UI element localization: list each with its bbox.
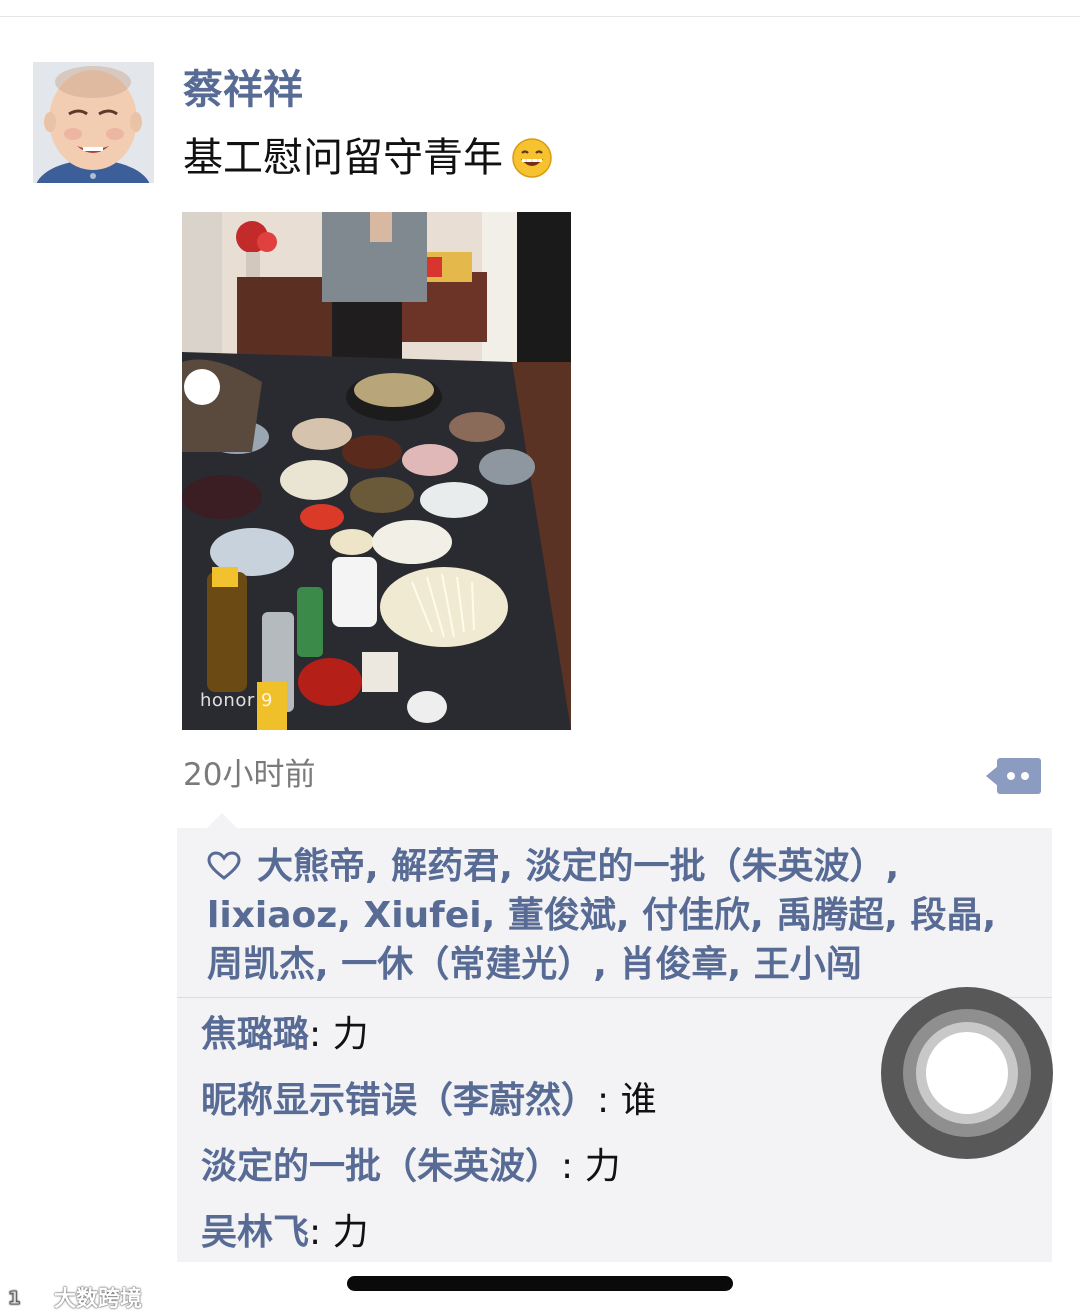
like-name[interactable]: 大熊帝 bbox=[257, 846, 365, 887]
comment-item[interactable]: 淡定的一批（朱英波）: 力 bbox=[201, 1143, 621, 1191]
grinning-face-emoji-icon bbox=[512, 138, 552, 178]
comment-author[interactable]: 淡定的一批（朱英波） bbox=[201, 1146, 561, 1187]
post-timestamp: 20小时前 bbox=[183, 757, 316, 793]
comment-text: 谁 bbox=[620, 1080, 657, 1121]
like-name[interactable]: 禹腾超 bbox=[776, 895, 884, 936]
photo-watermark: honor 9 bbox=[200, 690, 273, 711]
like-separator: , bbox=[365, 846, 392, 887]
like-separator: , bbox=[499, 846, 526, 887]
assistive-touch-center bbox=[926, 1032, 1008, 1114]
like-name[interactable]: 周凯杰 bbox=[207, 944, 315, 985]
like-name[interactable]: 段晶 bbox=[911, 895, 983, 936]
like-separator: , bbox=[982, 895, 997, 936]
comment-text: 力 bbox=[332, 1212, 369, 1253]
like-separator: , bbox=[337, 895, 364, 936]
comment-author[interactable]: 昵称显示错误（李蔚然） bbox=[201, 1080, 597, 1121]
like-name[interactable]: 一休（常建光） bbox=[341, 944, 593, 985]
like-separator: , bbox=[885, 846, 900, 887]
like-separator: , bbox=[315, 944, 342, 985]
post-text: 基工慰问留守青年 bbox=[183, 132, 553, 184]
comment-author[interactable]: 焦璐璐 bbox=[201, 1014, 309, 1055]
top-divider bbox=[0, 16, 1080, 17]
comment-author[interactable]: 吴林飞 bbox=[201, 1212, 309, 1253]
likes-names: 大熊帝, 解药君, 淡定的一批（朱英波）, lixiaoz, Xiufei, 董… bbox=[207, 846, 996, 985]
like-name[interactable]: 肖俊章 bbox=[619, 944, 727, 985]
likes-comments-divider bbox=[177, 997, 1052, 998]
like-name[interactable]: 解药君 bbox=[391, 846, 499, 887]
comment-item[interactable]: 焦璐璐: 力 bbox=[201, 1011, 369, 1059]
heart-outline-icon bbox=[207, 851, 241, 880]
like-name[interactable]: lixiaoz bbox=[207, 895, 337, 936]
like-name[interactable]: 淡定的一批（朱英波） bbox=[525, 846, 885, 887]
like-name[interactable]: Xiufei bbox=[363, 895, 481, 936]
comment-text: 力 bbox=[584, 1146, 621, 1187]
like-name[interactable]: 董俊斌 bbox=[508, 895, 616, 936]
like-separator: , bbox=[615, 895, 643, 936]
assistive-touch-button[interactable] bbox=[881, 987, 1053, 1159]
comment-item[interactable]: 吴林飞: 力 bbox=[201, 1209, 369, 1257]
like-separator: , bbox=[593, 944, 620, 985]
interaction-box-caret bbox=[206, 813, 238, 829]
comment-item[interactable]: 昵称显示错误（李蔚然）: 谁 bbox=[201, 1077, 657, 1125]
post-text-content: 基工慰问留守青年 bbox=[183, 135, 503, 181]
like-name[interactable]: 付佳欣 bbox=[642, 895, 750, 936]
post-author-name[interactable]: 蔡祥祥 bbox=[183, 64, 303, 116]
comment-bubble-icon[interactable] bbox=[986, 756, 1042, 796]
like-name[interactable]: 王小闯 bbox=[754, 944, 862, 985]
like-separator: , bbox=[884, 895, 911, 936]
source-watermark-text: 大数跨境 bbox=[54, 1287, 143, 1312]
home-indicator[interactable] bbox=[347, 1276, 733, 1291]
source-logo-icon: 1 bbox=[8, 1288, 50, 1309]
like-separator: , bbox=[481, 895, 508, 936]
likes-list: 大熊帝, 解药君, 淡定的一批（朱英波）, lixiaoz, Xiufei, 董… bbox=[207, 842, 1037, 989]
svg-text:1: 1 bbox=[8, 1288, 21, 1309]
source-watermark: 1 大数跨境 bbox=[8, 1281, 142, 1313]
like-separator: , bbox=[750, 895, 777, 936]
post-photo[interactable]: honor 9 bbox=[182, 212, 571, 730]
avatar[interactable] bbox=[33, 62, 154, 183]
like-separator: , bbox=[727, 944, 754, 985]
comment-text: 力 bbox=[332, 1014, 369, 1055]
